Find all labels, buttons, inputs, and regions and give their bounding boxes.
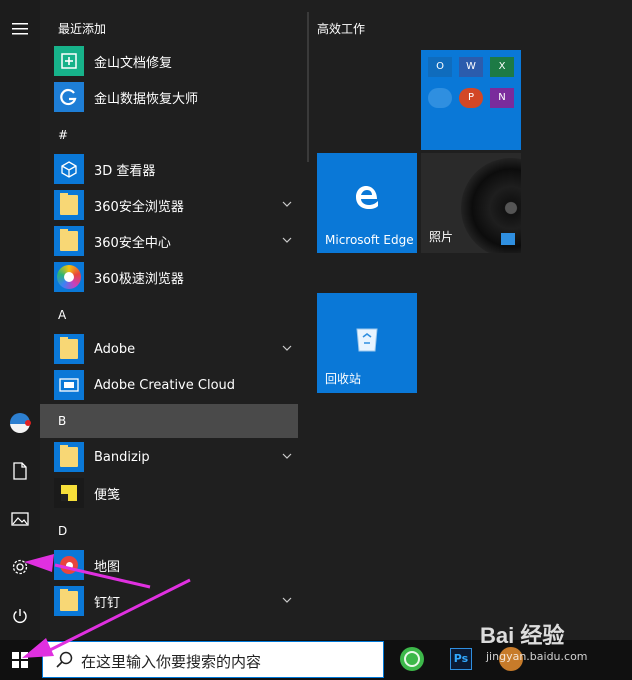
- creative-cloud-icon: [54, 370, 84, 400]
- folder-icon: [54, 226, 84, 256]
- documents-icon[interactable]: [0, 451, 40, 491]
- folder-icon: [54, 442, 84, 472]
- chevron-down-icon: [282, 201, 292, 207]
- hamburger-menu-icon[interactable]: [0, 9, 40, 49]
- folder-icon: [54, 190, 84, 220]
- app-label: Adobe: [94, 341, 136, 357]
- excel-icon: X: [490, 57, 514, 77]
- app-label: Adobe Creative Cloud: [94, 377, 236, 393]
- office-tile[interactable]: O W X P N: [421, 50, 521, 150]
- watermark-url: jingyan.baidu.com: [486, 650, 588, 663]
- powerpoint-icon: P: [459, 88, 483, 108]
- recycle-bin-label: 回收站: [325, 372, 362, 386]
- app-label: 3D 查看器: [94, 163, 156, 179]
- pictures-icon[interactable]: [0, 499, 40, 539]
- chevron-down-icon: [282, 453, 292, 459]
- section-letter-selected[interactable]: B: [40, 404, 298, 438]
- word-icon: W: [459, 57, 483, 77]
- photos-tile-label: 照片: [429, 230, 454, 244]
- app-item[interactable]: Adobe Creative Cloud: [54, 368, 298, 402]
- app-folder[interactable]: 360安全浏览器: [54, 188, 298, 222]
- baidu-watermark: Bai 经验: [480, 623, 565, 648]
- outlook-icon: O: [428, 57, 452, 77]
- app-item[interactable]: 360极速浏览器: [54, 260, 298, 294]
- photos-tile[interactable]: 照片: [421, 153, 521, 253]
- app-label: 360安全中心: [94, 235, 171, 251]
- recycle-bin-icon: [356, 328, 378, 352]
- onenote-icon: N: [490, 88, 514, 108]
- tiles-area: 高效工作 O W X P N Microsoft Edge 照片 回收站: [300, 0, 632, 640]
- app-folder[interactable]: Bandizip: [54, 440, 298, 474]
- app-item[interactable]: 3D 查看器: [54, 152, 298, 186]
- edge-tile[interactable]: Microsoft Edge: [317, 153, 417, 253]
- app-label: 金山数据恢复大师: [94, 91, 199, 107]
- document-repair-icon: [54, 46, 84, 76]
- app-label: 便笺: [94, 487, 121, 503]
- app-item[interactable]: 金山数据恢复大师: [54, 80, 298, 114]
- section-letter: B: [58, 414, 67, 428]
- app-label: 金山文档修复: [94, 55, 173, 71]
- edge-tile-label: Microsoft Edge: [325, 233, 414, 247]
- chevron-down-icon: [282, 345, 292, 351]
- section-letter[interactable]: D: [58, 524, 67, 538]
- photoshop-taskbar-icon[interactable]: Ps: [450, 648, 472, 670]
- colorful-browser-icon: [54, 262, 84, 292]
- tile-group-title: 高效工作: [317, 22, 366, 36]
- app-label: 360极速浏览器: [94, 271, 184, 287]
- edge-icon: [356, 186, 378, 209]
- folder-icon: [54, 334, 84, 364]
- section-letter[interactable]: #: [58, 128, 68, 142]
- recently-added-header: 最近添加: [58, 22, 107, 36]
- chevron-down-icon: [282, 597, 292, 603]
- data-recovery-icon: [54, 82, 84, 112]
- chevron-down-icon: [282, 237, 292, 243]
- 3d-cube-icon: [54, 154, 84, 184]
- browser-taskbar-icon[interactable]: [400, 647, 424, 671]
- app-label: Bandizip: [94, 449, 150, 465]
- app-folder[interactable]: Adobe: [54, 332, 298, 366]
- app-folder[interactable]: 360安全中心: [54, 224, 298, 258]
- photos-icon: [501, 233, 515, 245]
- sticky-notes-icon: [54, 478, 84, 508]
- app-label: 360安全浏览器: [94, 199, 184, 215]
- user-avatar[interactable]: [0, 403, 40, 443]
- section-letter[interactable]: A: [58, 308, 66, 322]
- onedrive-icon: [428, 88, 452, 108]
- annotation-arrows: [22, 554, 191, 658]
- recycle-bin-tile[interactable]: 回收站: [317, 293, 417, 393]
- app-item[interactable]: 便笺: [54, 476, 298, 510]
- app-item[interactable]: 金山文档修复: [54, 44, 298, 78]
